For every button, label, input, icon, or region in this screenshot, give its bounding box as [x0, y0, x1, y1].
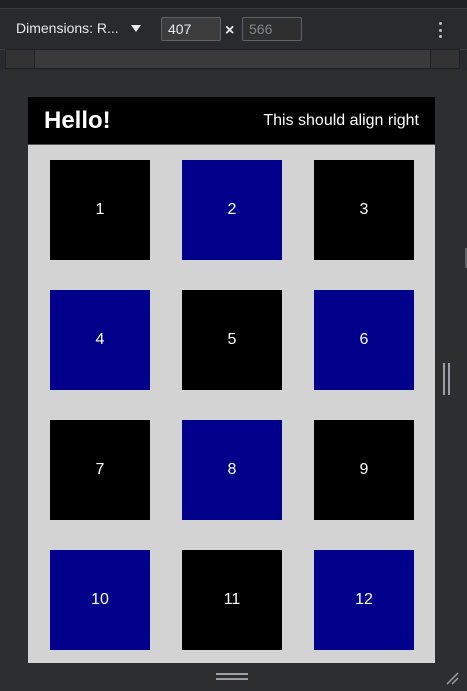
tile-label: 2	[227, 201, 237, 218]
tile-label: 3	[359, 201, 369, 218]
tile-label: 5	[227, 331, 237, 348]
resize-handle-right[interactable]	[443, 363, 453, 395]
page-header: Hello! This should align right	[28, 97, 435, 145]
tile: 11	[182, 550, 282, 650]
media-query-ruler[interactable]	[5, 49, 460, 69]
tile-label: 10	[91, 591, 109, 608]
page-title: Hello!	[44, 106, 111, 134]
ruler-segment-right	[430, 50, 459, 68]
tile: 10	[50, 550, 150, 650]
height-input[interactable]	[242, 17, 302, 41]
tile: 9	[314, 420, 414, 520]
tile: 8	[182, 420, 282, 520]
page-viewport: Hello! This should align right 1 2 3 4 5…	[28, 97, 435, 663]
dimensions-label: Dimensions: R...	[16, 20, 119, 36]
tile: 1	[50, 160, 150, 260]
tile-label: 12	[355, 591, 373, 608]
tile-label: 11	[223, 591, 241, 608]
tile: 5	[182, 290, 282, 390]
tile-grid: 1 2 3 4 5 6 7 8 9 10 11 12	[28, 145, 435, 663]
more-options-icon[interactable]	[439, 22, 443, 38]
tile: 4	[50, 290, 150, 390]
tile-label: 1	[95, 201, 105, 218]
tile: 7	[50, 420, 150, 520]
times-icon: ×	[225, 22, 235, 39]
tile: 6	[314, 290, 414, 390]
resize-handle-bottom[interactable]	[216, 673, 248, 681]
tile: 12	[314, 550, 414, 650]
tile-label: 6	[359, 331, 369, 348]
tile: 2	[182, 160, 282, 260]
top-strip	[0, 0, 467, 9]
tile-label: 9	[359, 461, 369, 478]
tile-label: 4	[95, 331, 105, 348]
dimensions-dropdown[interactable]: Dimensions: R...	[16, 20, 141, 36]
tile: 3	[314, 160, 414, 260]
page-aside-text: This should align right	[263, 111, 419, 129]
caret-down-icon	[130, 24, 141, 32]
device-toolbar: Dimensions: R... ×	[0, 9, 467, 50]
tile-label: 7	[95, 461, 105, 478]
width-input[interactable]	[161, 17, 221, 41]
ruler-segment-left	[6, 50, 35, 68]
resize-corner-icon[interactable]	[445, 671, 459, 685]
tile-label: 8	[227, 461, 237, 478]
